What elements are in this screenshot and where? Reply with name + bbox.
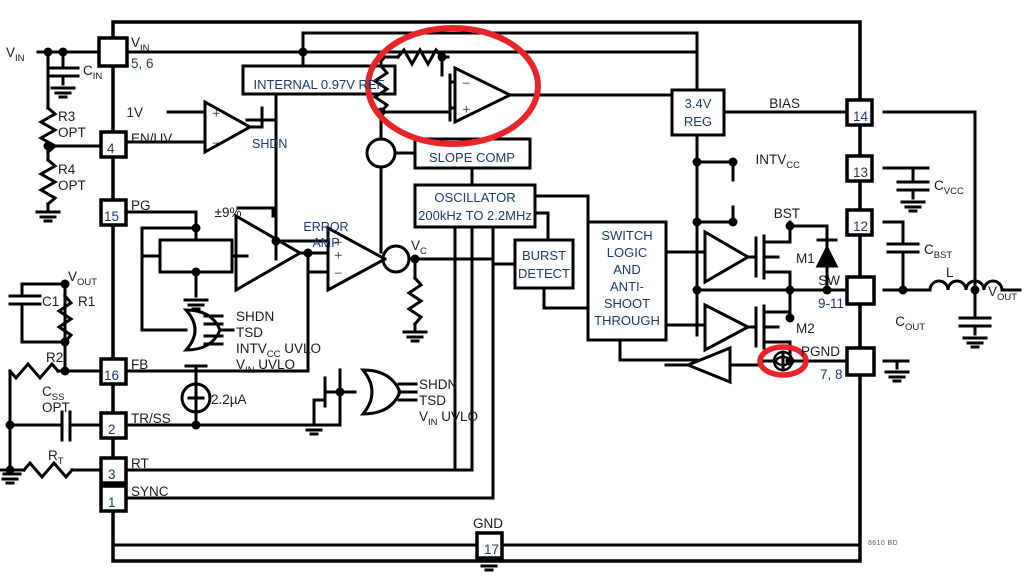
cout-label: COUT [895, 314, 925, 333]
svg-text:+: + [212, 106, 220, 122]
pin-label-pgnd: PGND [801, 344, 840, 359]
pin-number-gnd: 17 [484, 542, 499, 557]
r2-label: R2 [46, 350, 63, 365]
m2-label: M2 [796, 321, 815, 336]
internal-ref-block-label: INTERNAL 0.97V REF [253, 77, 384, 92]
svg-text:+: + [334, 248, 342, 264]
switch-logic-label-1: SWITCH [601, 228, 652, 243]
pin-label-fb: FB [131, 357, 148, 372]
switch-logic-label-6: THROUGH [594, 313, 660, 328]
pin-number-trss: 2 [108, 422, 116, 437]
shdn-comparator-output-label: SHDN [252, 137, 287, 151]
oscillator-block-label-2: 200kHz TO 2.2MHz [418, 208, 532, 223]
c1-label: C1 [42, 294, 59, 309]
r3-opt-label: OPT [58, 125, 86, 140]
vc-node-label: VC [411, 238, 427, 257]
burst-detect-label-2: DETECT [518, 266, 570, 281]
reg-block-label-2: REG [684, 114, 712, 129]
pin-label-bst: BST [774, 206, 800, 221]
pin-number-bias: 14 [853, 109, 869, 124]
r1-label: R1 [78, 294, 95, 309]
cvcc-label: CVCC [934, 178, 964, 197]
pin-number-bst: 12 [853, 219, 868, 234]
slope-comp-block-label: SLOPE COMP [429, 150, 515, 165]
pin-box-pgnd[interactable] [845, 346, 876, 377]
vout-left-label: VOUT [68, 269, 97, 288]
pin-number-intvcc: 13 [853, 165, 868, 180]
pin-number-pgnd: 7, 8 [820, 367, 843, 382]
reg-block-label-1: 3.4V [685, 96, 712, 111]
circuit-schematic: VIN CIN R3 OPT R4 OPT VOUT C1 R1 R2 CSS … [0, 20, 1022, 572]
pin-label-pg: PG [131, 198, 151, 213]
or-bottom-input-vin-uvlo: VIN UVLO [419, 409, 478, 428]
switch-logic-label-4: ANTI- [610, 279, 644, 294]
document-corner-id: 8610 BD [868, 540, 898, 547]
pin-number-rt: 3 [108, 467, 116, 482]
pin-squares-left [97, 36, 504, 560]
or-top-input-tsd: TSD [236, 325, 263, 340]
current-source-label: 2.2µA [211, 392, 247, 407]
switch-logic-label-5: SHOOT [604, 296, 650, 311]
or-top-input-shdn: SHDN [236, 309, 274, 324]
pin-label-enuv: EN/UV [131, 131, 172, 146]
r4-label: R4 [58, 162, 76, 177]
pin-number-enuv: 4 [107, 141, 115, 156]
pin-number-sw: 9-11 [818, 296, 844, 311]
css-opt-label: OPT [42, 400, 70, 415]
pin-label-rt: RT [131, 456, 149, 471]
switch-logic-label-3: AND [613, 262, 640, 277]
or-top-input-vin-uvlo: VIN UVLO [236, 357, 295, 376]
pin-label-sw: SW [818, 273, 840, 288]
or-bottom-input-shdn: SHDN [419, 377, 457, 392]
pin-label-sync: SYNC [131, 484, 169, 499]
one-volt-ref-label: 1V [126, 105, 143, 120]
pin-label-intvcc: INTVCC [756, 152, 801, 171]
pin-number-pg: 15 [104, 209, 119, 224]
pg-window-tolerance-label: ±9% [215, 205, 242, 220]
inductor-label: L [946, 265, 954, 280]
pin-box-vin[interactable] [97, 36, 129, 68]
svg-text:−: − [462, 76, 470, 92]
m1-label: M1 [796, 251, 815, 266]
svg-text:+: + [462, 102, 470, 118]
r3-label: R3 [58, 109, 75, 124]
cbst-label: CBST [924, 242, 952, 261]
pin-label-bias: BIAS [769, 96, 800, 111]
burst-detect-label-1: BURST [522, 248, 566, 263]
pin-number-vin: 5, 6 [131, 56, 154, 71]
switch-logic-label-2: LOGIC [607, 245, 647, 260]
pin-label-trss: TR/SS [131, 411, 171, 426]
vin-external-label: VIN [6, 45, 25, 64]
error-amp-label-1: ERROR [303, 220, 348, 234]
or-bottom-input-tsd: TSD [419, 393, 446, 408]
pin-box-sw[interactable] [845, 275, 876, 306]
pin-number-fb: 16 [104, 368, 119, 383]
pin-label-gnd: GND [473, 516, 503, 531]
svg-text:−: − [334, 266, 342, 282]
svg-text:−: − [212, 136, 220, 152]
pin-number-sync: 1 [108, 495, 116, 510]
r4-opt-label: OPT [58, 178, 86, 193]
block-diagram-canvas: VIN CIN R3 OPT R4 OPT VOUT C1 R1 R2 CSS … [0, 0, 1030, 578]
oscillator-block-label-1: OSCILLATOR [434, 190, 515, 205]
